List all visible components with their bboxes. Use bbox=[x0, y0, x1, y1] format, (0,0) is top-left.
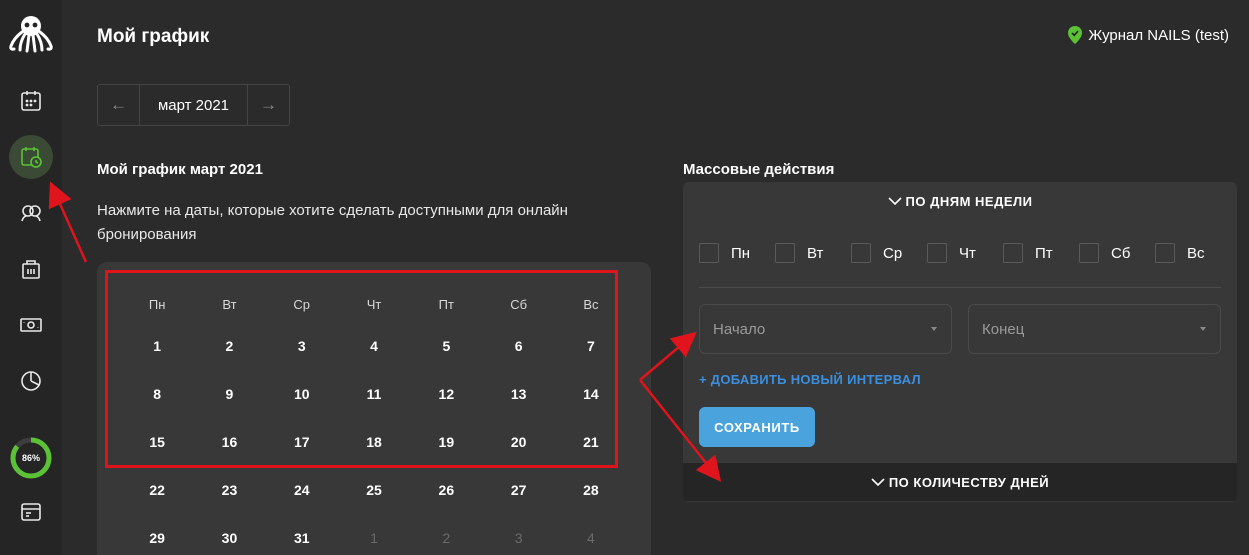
progress-ring: 86% bbox=[9, 436, 53, 480]
weekday-checkbox-wed[interactable]: Ср bbox=[851, 243, 927, 263]
location-check-icon bbox=[1068, 26, 1083, 44]
schedule-title: Мой график март 2021 bbox=[97, 161, 263, 178]
sidebar-item-calendar[interactable] bbox=[9, 79, 53, 123]
progress-label: 86% bbox=[21, 453, 40, 463]
by-weekdays-label: ПО ДНЯМ НЕДЕЛИ bbox=[905, 193, 1033, 209]
calendar-day[interactable]: 27 bbox=[482, 466, 554, 514]
arrow-right-icon: → bbox=[260, 95, 277, 114]
arrow-left-icon: ← bbox=[110, 95, 127, 114]
weekday-checkbox-sun[interactable]: Вс bbox=[1155, 243, 1231, 263]
clients-icon bbox=[21, 205, 41, 222]
calendar-day[interactable]: 26 bbox=[410, 466, 482, 514]
current-month: март 2021 bbox=[139, 85, 248, 125]
calendar-day[interactable]: 31 bbox=[266, 514, 338, 555]
calendar-day[interactable]: 22 bbox=[121, 466, 193, 514]
month-navigator: ← март 2021 → bbox=[97, 84, 290, 126]
checkbox[interactable] bbox=[1003, 243, 1023, 263]
sidebar-item-clients[interactable] bbox=[9, 191, 53, 235]
caret-down-icon bbox=[1200, 327, 1206, 331]
calendar-day[interactable]: 23 bbox=[193, 466, 265, 514]
interval-start-select[interactable]: Начало bbox=[699, 304, 952, 354]
weekday-label: Вс bbox=[1187, 244, 1205, 262]
checkbox[interactable] bbox=[699, 243, 719, 263]
weekday-label: Вт bbox=[807, 244, 824, 262]
calendar-day[interactable]: 30 bbox=[193, 514, 265, 555]
sidebar-item-salon[interactable] bbox=[9, 247, 53, 291]
divider bbox=[699, 287, 1221, 288]
chevron-down-icon bbox=[887, 196, 902, 205]
prev-month-button[interactable]: ← bbox=[98, 85, 139, 125]
calendar-day[interactable]: 24 bbox=[266, 466, 338, 514]
weekday-checkbox-mon[interactable]: Пн bbox=[699, 243, 775, 263]
weekday-checkbox-thu[interactable]: Чт bbox=[927, 243, 1003, 263]
calendar-day-other-month: 1 bbox=[370, 530, 378, 546]
checkbox[interactable] bbox=[851, 243, 871, 263]
pie-chart-icon bbox=[21, 371, 41, 391]
weekday-checkboxes: Пн Вт Ср Чт Пт Сб Вс bbox=[699, 243, 1231, 263]
weekday-label: Ср bbox=[883, 244, 903, 262]
mass-actions-card: ПО ДНЯМ НЕДЕЛИ Пн Вт Ср Чт Пт Сб Вс Нача… bbox=[683, 182, 1237, 502]
weekday-label: Пт bbox=[1035, 244, 1053, 262]
weekday-checkbox-tue[interactable]: Вт bbox=[775, 243, 851, 263]
annotation-highlight-box bbox=[105, 270, 618, 468]
weekday-label: Пн bbox=[731, 244, 751, 262]
checkbox[interactable] bbox=[775, 243, 795, 263]
octopus-logo-icon[interactable] bbox=[8, 12, 54, 54]
schedule-instruction: Нажмите на даты, которые хотите сделать … bbox=[97, 202, 568, 243]
sidebar-item-statistics[interactable] bbox=[9, 359, 53, 403]
calendar-day-other-month: 3 bbox=[514, 530, 523, 546]
money-icon bbox=[20, 318, 42, 332]
weekday-checkbox-sat[interactable]: Сб bbox=[1079, 243, 1155, 263]
weekday-label: Сб bbox=[1111, 244, 1131, 262]
checkbox[interactable] bbox=[1155, 243, 1175, 263]
schedule-icon bbox=[21, 147, 42, 168]
calendar-day[interactable]: 25 bbox=[338, 466, 410, 514]
by-weekdays-toggle[interactable]: ПО ДНЯМ НЕДЕЛИ bbox=[683, 182, 1237, 220]
sidebar-item-widget[interactable] bbox=[9, 490, 53, 534]
journal-selector[interactable]: Журнал NAILS (test) bbox=[1068, 26, 1229, 44]
calendar-icon bbox=[21, 91, 41, 111]
calendar-day[interactable]: 29 bbox=[121, 514, 193, 555]
checkbox[interactable] bbox=[1079, 243, 1099, 263]
weekday-label: Чт bbox=[959, 244, 976, 262]
by-day-count-label: ПО КОЛИЧЕСТВУ ДНЕЙ bbox=[888, 474, 1050, 490]
weekday-checkbox-fri[interactable]: Пт bbox=[1003, 243, 1079, 263]
interval-end-placeholder: Конец bbox=[982, 320, 1025, 338]
sidebar-item-my-schedule[interactable] bbox=[9, 135, 53, 179]
sidebar: 86% bbox=[0, 0, 62, 555]
save-button[interactable]: СОХРАНИТЬ bbox=[699, 407, 815, 447]
calendar-day[interactable]: 28 bbox=[555, 466, 627, 514]
add-interval-link[interactable]: + ДОБАВИТЬ НОВЫЙ ИНТЕРВАЛ bbox=[699, 372, 921, 387]
journal-label: Журнал NAILS (test) bbox=[1088, 26, 1229, 44]
chevron-down-icon bbox=[871, 477, 885, 486]
interval-end-select[interactable]: Конец bbox=[968, 304, 1221, 354]
building-icon bbox=[22, 260, 40, 279]
page-title: Мой график bbox=[97, 26, 210, 47]
mass-actions-title: Массовые действия bbox=[683, 161, 835, 178]
calendar-day-other-month: 4 bbox=[587, 530, 595, 546]
checkbox[interactable] bbox=[927, 243, 947, 263]
by-day-count-toggle[interactable]: ПО КОЛИЧЕСТВУ ДНЕЙ bbox=[683, 463, 1237, 501]
sidebar-item-finance[interactable] bbox=[9, 303, 53, 347]
window-icon bbox=[21, 503, 41, 521]
calendar-day-other-month: 2 bbox=[442, 530, 451, 546]
interval-start-placeholder: Начало bbox=[713, 320, 766, 338]
next-month-button[interactable]: → bbox=[248, 85, 289, 125]
caret-down-icon bbox=[931, 327, 937, 331]
